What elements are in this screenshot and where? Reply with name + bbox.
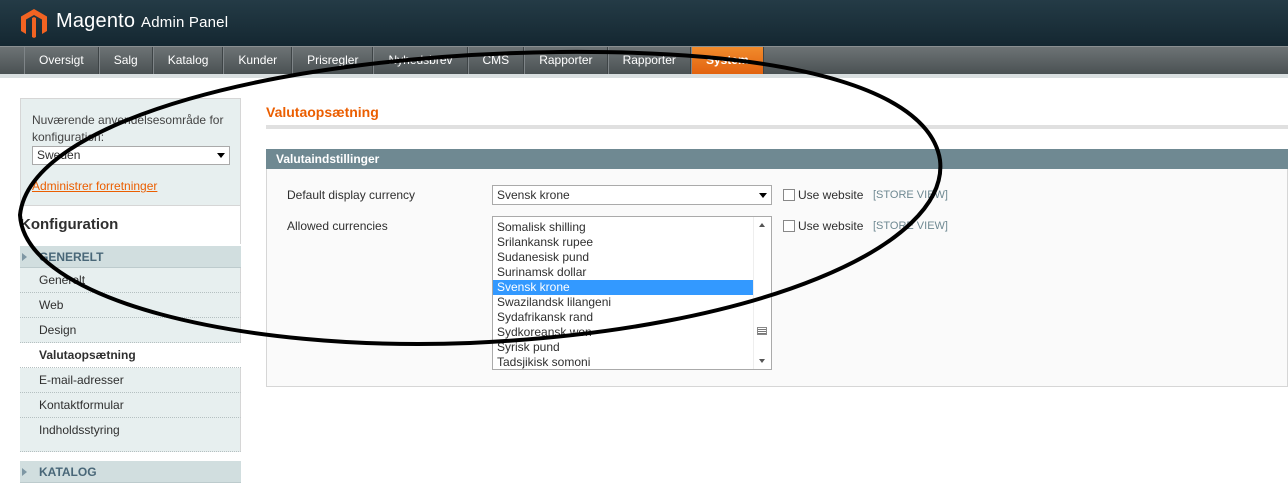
- scroll-down-icon[interactable]: [759, 359, 765, 363]
- default-currency-label: Default display currency: [287, 188, 416, 202]
- sidebar-item-generelt[interactable]: Generelt: [20, 268, 241, 293]
- sidebar-item-kontaktformular[interactable]: Kontaktformular: [20, 393, 241, 418]
- section-body: [266, 169, 1288, 387]
- sidebar-item-indholdsstyring[interactable]: Indholdsstyring: [20, 418, 241, 452]
- nav-item-prisregler[interactable]: Prisregler: [292, 47, 374, 74]
- sidebar-item-design[interactable]: Design: [20, 318, 241, 343]
- nav-item-kunder[interactable]: Kunder: [223, 47, 293, 74]
- chevron-down-icon: [759, 193, 767, 198]
- currency-list-scrollbar[interactable]: [753, 217, 771, 369]
- nav-item-salg[interactable]: Salg: [98, 47, 153, 74]
- currency-option[interactable]: Tadsjikisk somoni: [493, 355, 753, 369]
- scope-label: Nuværende anvendelsesområde for konfigur…: [32, 113, 224, 144]
- scroll-up-icon[interactable]: [759, 223, 765, 227]
- title-divider: [266, 125, 1288, 129]
- manage-stores-link[interactable]: Administrer forretninger: [32, 179, 157, 193]
- currency-option[interactable]: Sydafrikansk rand: [493, 310, 753, 325]
- nav-item-nyhedsbrev[interactable]: Nyhedsbrev: [373, 47, 468, 74]
- currency-options: Somalisk shilling Srilankansk rupee Sudane…: [493, 220, 753, 369]
- allowed-currencies-use-website-label: Use website: [798, 219, 864, 233]
- scope-switcher: Nuværende anvendelsesområde for konfigur…: [20, 98, 241, 206]
- brand-title: Magento Admin Panel: [56, 10, 228, 33]
- brand-sub: Admin Panel: [141, 14, 229, 31]
- page-title: Valutaopsætning: [266, 104, 379, 120]
- allowed-currencies-scope-tag: [STORE VIEW]: [873, 220, 948, 232]
- sidebar-item-valutaops-tning[interactable]: Valutaopsætning: [20, 343, 241, 368]
- app-header: Magento Admin Panel: [0, 0, 1288, 46]
- config-title: Konfiguration: [20, 206, 241, 244]
- main-nav: Oversigt Salg Katalog Kunder Prisregler Nyhed…: [0, 46, 1288, 74]
- currency-option[interactable]: Surinamsk dollar: [493, 265, 753, 280]
- allowed-currencies-multiselect[interactable]: Somalisk shilling Srilankansk rupee Sudane…: [492, 216, 772, 370]
- nav-item-rapporter[interactable]: Rapporter: [607, 47, 691, 74]
- scope-select[interactable]: Sweden: [32, 146, 230, 165]
- allowed-currencies-label: Allowed currencies: [287, 219, 388, 233]
- default-currency-use-website-label: Use website: [798, 188, 864, 202]
- default-currency-scope-tag: [STORE VIEW]: [873, 189, 948, 201]
- default-currency-value: Svensk krone: [497, 188, 570, 202]
- sidebar-item-e-mail-adresser[interactable]: E-mail-adresser: [20, 368, 241, 393]
- group-catalog-header[interactable]: KATALOG: [20, 461, 241, 483]
- magento-logo-icon: [21, 9, 47, 38]
- nav-bottom-bar: [0, 74, 1288, 78]
- triangle-right-icon: [22, 253, 27, 261]
- sidebar-items: Generelt Web Design Valutaopsætning E-mail-a…: [20, 268, 241, 452]
- chevron-down-icon: [217, 153, 225, 158]
- currency-option[interactable]: Sudanesisk pund: [493, 250, 753, 265]
- nav-item-rapporter[interactable]: Rapporter: [524, 47, 608, 74]
- currency-option[interactable]: Srilankansk rupee: [493, 235, 753, 250]
- default-currency-select[interactable]: Svensk krone: [492, 185, 772, 205]
- sidebar-item-web[interactable]: Web: [20, 293, 241, 318]
- currency-option[interactable]: Sydkoreansk won: [493, 325, 753, 340]
- nav-item-cms[interactable]: CMS: [467, 47, 525, 74]
- main-nav-list: Oversigt Salg Katalog Kunder Prisregler Nyhed…: [24, 47, 764, 74]
- currency-option[interactable]: Svensk krone: [493, 280, 753, 295]
- currency-option[interactable]: Somalisk shilling: [493, 220, 753, 235]
- section-header[interactable]: Valutaindstillinger: [266, 149, 1288, 169]
- nav-item-oversigt[interactable]: Oversigt: [24, 47, 99, 74]
- group-catalog-label: KATALOG: [39, 465, 97, 479]
- scope-select-value: Sweden: [37, 148, 81, 162]
- scroll-thumb[interactable]: [757, 327, 767, 335]
- triangle-right-icon: [22, 468, 27, 476]
- currency-option[interactable]: Swazilandsk lilangeni: [493, 295, 753, 310]
- group-general-header[interactable]: GENERELT: [20, 246, 241, 268]
- nav-item-katalog[interactable]: Katalog: [152, 47, 224, 74]
- nav-item-system[interactable]: System: [690, 47, 764, 74]
- brand-main: Magento: [56, 10, 136, 32]
- currency-option[interactable]: Syrisk pund: [493, 340, 753, 355]
- group-general-label: GENERELT: [39, 250, 104, 264]
- default-currency-use-website-checkbox[interactable]: [783, 189, 795, 201]
- allowed-currencies-use-website-checkbox[interactable]: [783, 220, 795, 232]
